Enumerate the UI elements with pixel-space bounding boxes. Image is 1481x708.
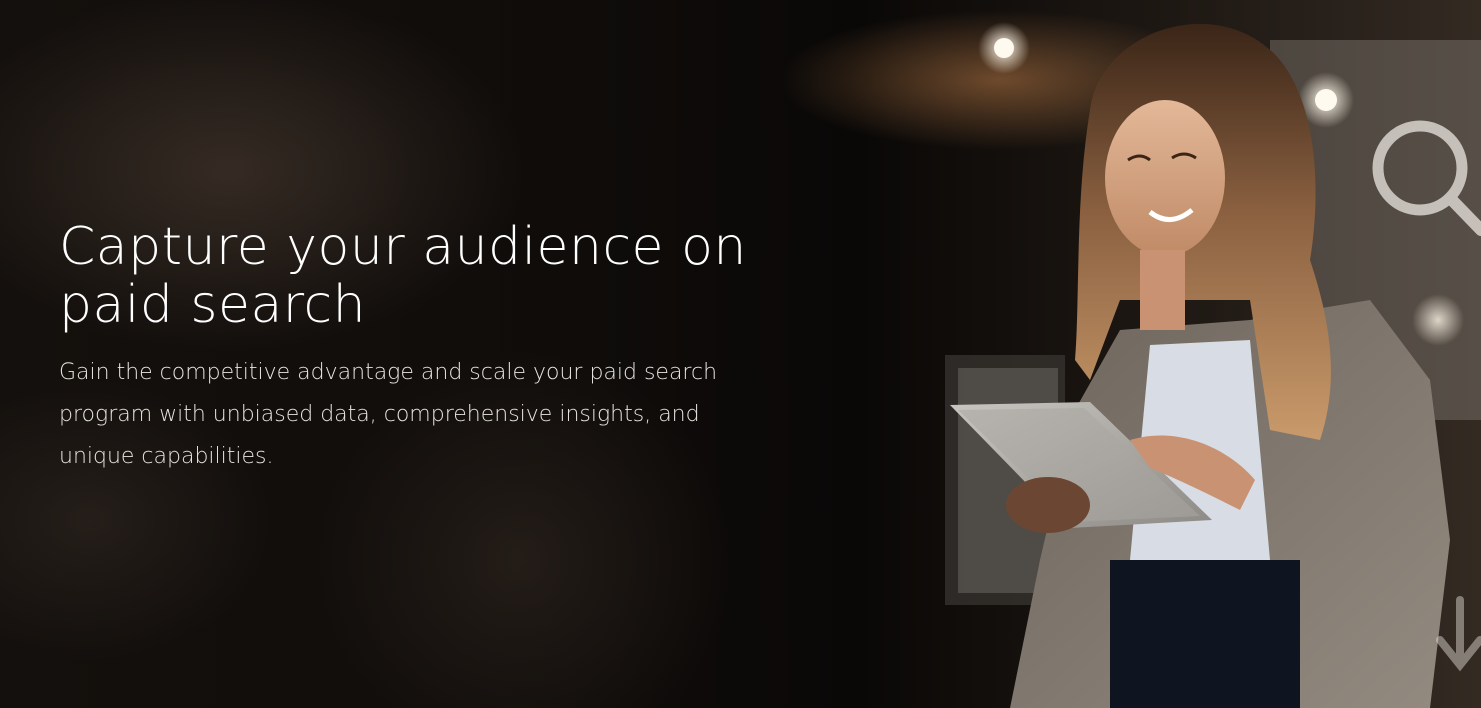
hero-description: Gain the competitive advantage and scale… <box>59 360 718 469</box>
hero-text: Capture your audience on paid search Gai… <box>59 218 819 478</box>
hero-banner: Capture your audience on paid search Gai… <box>0 0 1481 708</box>
page-title: Capture your audience on paid search <box>59 217 747 335</box>
